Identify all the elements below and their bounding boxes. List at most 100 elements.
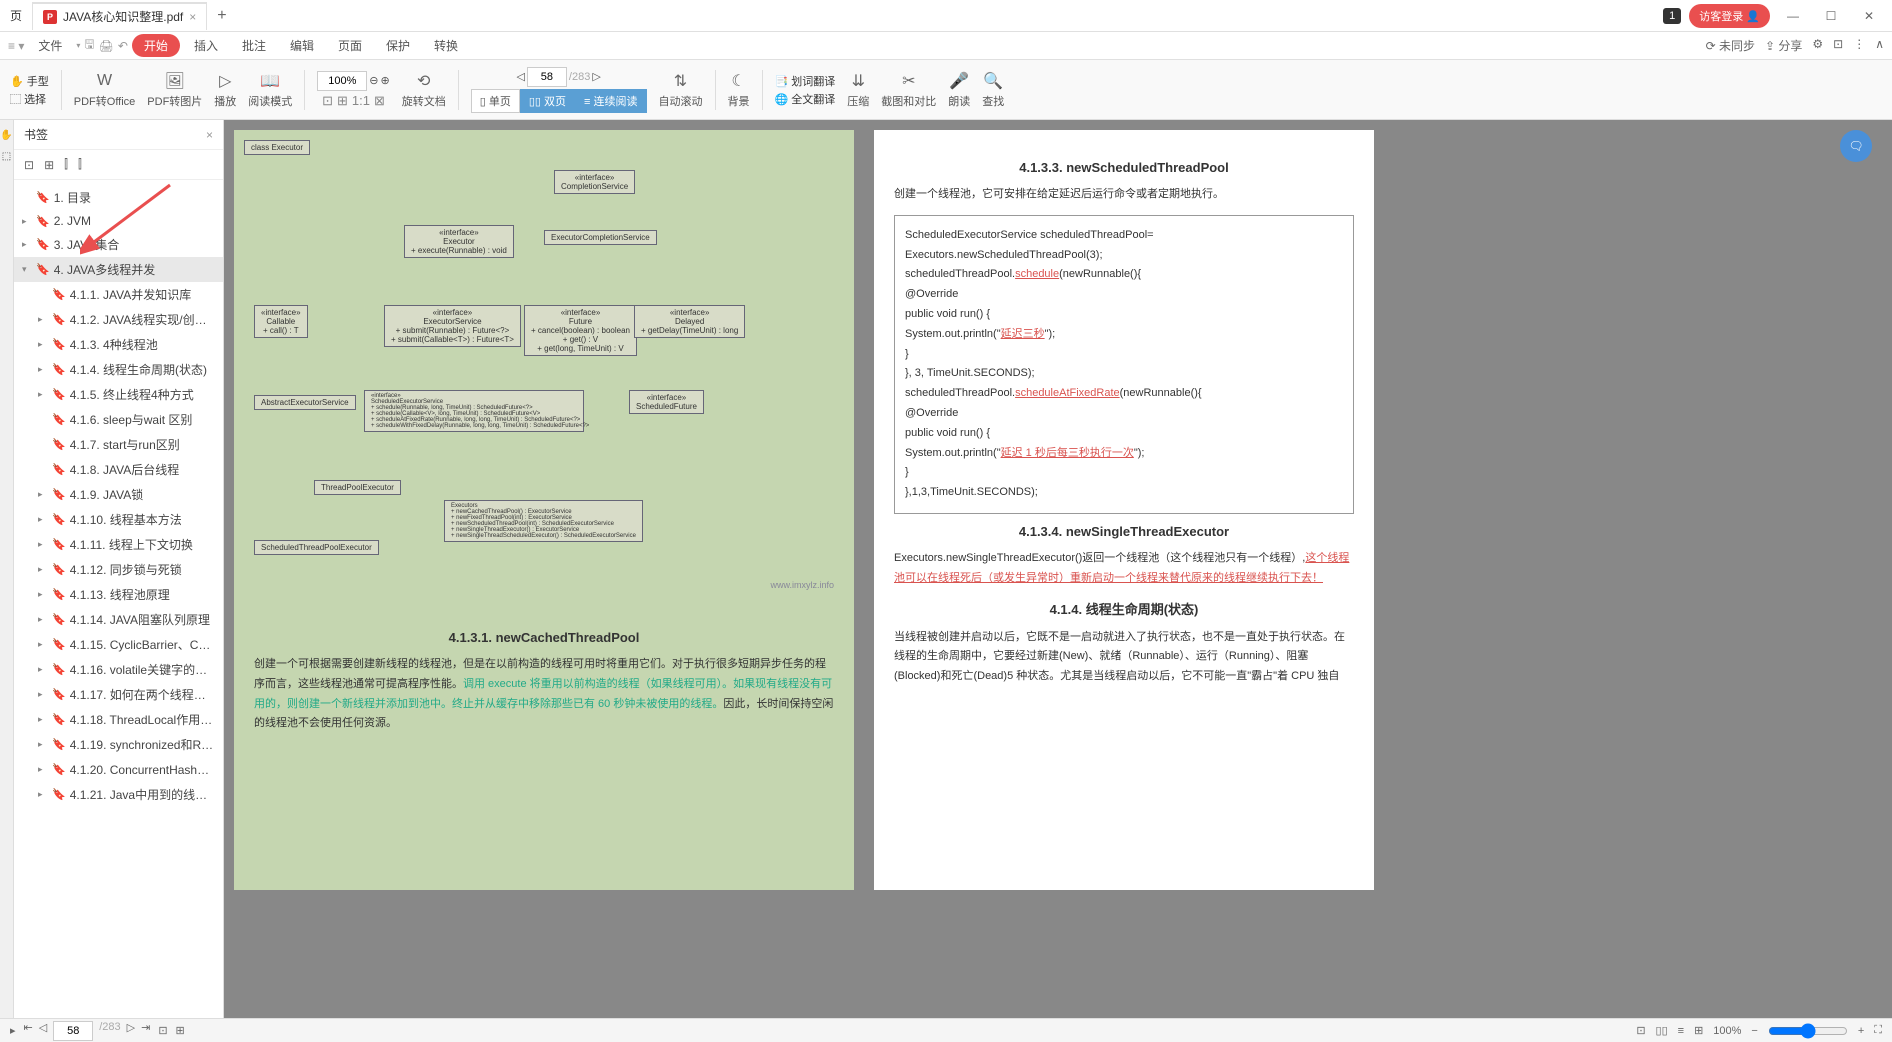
zoom-slider[interactable] (1768, 1023, 1848, 1039)
bookmark-item[interactable]: 🔖4.1.8. JAVA后台线程 (14, 457, 223, 482)
close-window-icon[interactable]: ✕ (1854, 9, 1884, 23)
rotate-button[interactable]: ⟲旋转文档 (402, 71, 446, 109)
zoom-in-icon[interactable]: ⊕ (381, 74, 390, 87)
add-tab-button[interactable]: + (207, 7, 236, 25)
actual-size-icon[interactable]: 1:1 (352, 93, 370, 109)
read-aloud[interactable]: 🎤朗读 (948, 71, 970, 109)
bookmark-item[interactable]: ▸🔖4.1.2. JAVA线程实现/创建方式 (14, 307, 223, 332)
toolbar-print-icon[interactable]: 🖨 (99, 39, 114, 53)
zoom-out-status-icon[interactable]: − (1751, 1025, 1757, 1037)
bookmark-item[interactable]: ▸🔖4.1.17. 如何在两个线程之间共享数据 (14, 682, 223, 707)
bookmark-tool-4[interactable]: ⫿ (78, 157, 82, 172)
maximize-icon[interactable]: ☐ (1816, 9, 1846, 23)
toolbar-save-icon[interactable]: 🖫 (84, 35, 94, 56)
menu-page[interactable]: 页面 (328, 33, 372, 58)
crop-compare[interactable]: ✂截图和对比 (881, 71, 936, 109)
continuous-button[interactable]: ≡ 连续阅读 (575, 89, 646, 113)
login-button[interactable]: 访客登录 👤 (1689, 4, 1770, 28)
bookmark-item[interactable]: ▸🔖4.1.19. synchronized和ReentrantLock的区别 (14, 732, 223, 757)
bookmark-item[interactable]: ▸🔖4.1.12. 同步锁与死锁 (14, 557, 223, 582)
play-button[interactable]: ▷播放 (214, 71, 236, 109)
menu-annotate[interactable]: 批注 (232, 33, 276, 58)
zoom-out-icon[interactable]: ⊖ (369, 74, 378, 87)
bookmark-item[interactable]: ▸🔖4.1.20. ConcurrentHashMap并发 (14, 757, 223, 782)
bookmark-item[interactable]: ▸🔖4.1.15. CyclicBarrier、CountDownLatch、S… (14, 632, 223, 657)
status-page-input[interactable] (53, 1021, 93, 1041)
bookmark-tool-2[interactable]: ⊞ (44, 158, 54, 172)
sync-status[interactable]: ⟳ 未同步 (1706, 37, 1755, 54)
bookmark-item[interactable]: ▸🔖4.1.4. 线程生命周期(状态) (14, 357, 223, 382)
sidebar-close-icon[interactable]: × (206, 128, 213, 142)
page-input[interactable] (527, 67, 567, 87)
auto-scroll[interactable]: ⇅自动滚动 (659, 71, 703, 109)
notification-badge[interactable]: 1 (1663, 8, 1681, 24)
prev-page-status-icon[interactable]: ◁ (39, 1021, 47, 1041)
float-assistant-button[interactable]: 🗨 (1840, 130, 1872, 162)
bookmark-item[interactable]: ▸🔖4.1.13. 线程池原理 (14, 582, 223, 607)
fit-visible-icon[interactable]: ⊠ (374, 93, 385, 109)
view-mode-2-icon[interactable]: ▯▯ (1656, 1024, 1668, 1037)
full-translate[interactable]: 🌐 全文翻译 (775, 91, 836, 107)
single-page-button[interactable]: ▯ 单页 (471, 89, 520, 113)
bookmark-item[interactable]: ▸🔖4.1.9. JAVA锁 (14, 482, 223, 507)
highlight-translate[interactable]: 📑 划词翻译 (775, 73, 836, 89)
bookmark-item[interactable]: ▸🔖4.1.10. 线程基本方法 (14, 507, 223, 532)
bookmark-item[interactable]: 🔖1. 目录 (14, 185, 223, 210)
bookmark-item[interactable]: ▸🔖2. JVM (14, 210, 223, 232)
bookmark-item[interactable]: ▾🔖4. JAVA多线程并发 (14, 257, 223, 282)
settings-icon[interactable]: ⚙ (1812, 37, 1823, 54)
prev-page-icon[interactable]: ◁ (516, 70, 524, 83)
select-tool[interactable]: ⬚ 选择 (10, 91, 49, 107)
bookmark-item[interactable]: 🔖4.1.1. JAVA并发知识库 (14, 282, 223, 307)
fit-page-icon[interactable]: ⊞ (337, 93, 348, 109)
view-mode-3-icon[interactable]: ≡ (1678, 1025, 1684, 1037)
read-mode[interactable]: 📖阅读模式 (248, 71, 292, 109)
zoom-input[interactable] (317, 71, 367, 91)
next-page-status-icon[interactable]: ▷ (127, 1021, 135, 1041)
bookmark-item[interactable]: ▸🔖4.1.5. 终止线程4种方式 (14, 382, 223, 407)
background-button[interactable]: ☾背景 (728, 71, 750, 109)
window-icon[interactable]: ⊡ (1833, 37, 1843, 54)
menu-dropdown-icon[interactable]: ≡ ▾ (8, 39, 24, 53)
first-page-icon[interactable]: ⇤ (24, 1021, 33, 1041)
find-button[interactable]: 🔍查找 (982, 71, 1004, 109)
rail-hand[interactable]: ✋ (0, 130, 12, 141)
document-tab[interactable]: P JAVA核心知识整理.pdf × (33, 2, 207, 30)
bookmark-item[interactable]: ▸🔖4.1.18. ThreadLocal作用（线程本地存储） (14, 707, 223, 732)
fit-width-icon[interactable]: ⊡ (322, 93, 333, 109)
bookmark-item[interactable]: ▸🔖4.1.3. 4种线程池 (14, 332, 223, 357)
status-expand-icon[interactable]: ▸ (10, 1024, 16, 1037)
menu-file[interactable]: 文件 (28, 33, 72, 58)
pdf-to-image[interactable]: 🖼PDF转图片 (147, 71, 202, 109)
rail-select[interactable]: ⬚ (2, 151, 11, 162)
menu-start[interactable]: 开始 (132, 34, 180, 57)
menu-insert[interactable]: 插入 (184, 33, 228, 58)
share-button[interactable]: ⇪ 分享 (1765, 37, 1802, 54)
hand-tool[interactable]: ✋ 手型 (10, 73, 49, 89)
status-tool-2[interactable]: ⊞ (176, 1024, 185, 1037)
bookmark-item[interactable]: 🔖4.1.6. sleep与wait 区别 (14, 407, 223, 432)
collapse-icon[interactable]: ∧ (1875, 37, 1884, 54)
view-mode-1-icon[interactable]: ⊡ (1636, 1024, 1645, 1037)
document-viewport[interactable]: class Executor «interface» CompletionSer… (224, 120, 1892, 1018)
menu-edit[interactable]: 编辑 (280, 33, 324, 58)
last-page-icon[interactable]: ⇥ (141, 1021, 150, 1041)
bookmark-item[interactable]: ▸🔖4.1.16. volatile关键字的作用（变量可见性、禁止重排序） (14, 657, 223, 682)
bookmark-item[interactable]: ▸🔖3. JAVA集合 (14, 232, 223, 257)
pdf-to-office[interactable]: WPDF转Office (74, 71, 136, 109)
bookmark-tool-1[interactable]: ⊡ (24, 158, 34, 172)
menu-file-dropdown-icon[interactable]: ▾ (76, 41, 80, 50)
minimize-icon[interactable]: — (1778, 9, 1808, 23)
menu-protect[interactable]: 保护 (376, 33, 420, 58)
double-page-button[interactable]: ▯▯ 双页 (520, 89, 575, 113)
bookmark-item[interactable]: ▸🔖4.1.21. Java中用到的线程调度 (14, 782, 223, 807)
next-page-icon[interactable]: ▷ (592, 70, 600, 83)
compress-button[interactable]: ⇊压缩 (847, 71, 869, 109)
bookmark-item[interactable]: ▸🔖4.1.11. 线程上下文切换 (14, 532, 223, 557)
prev-tab[interactable]: 页 (0, 2, 33, 30)
fullscreen-icon[interactable]: ⛶ (1874, 1024, 1882, 1037)
zoom-in-status-icon[interactable]: + (1858, 1025, 1864, 1037)
bookmark-item[interactable]: ▸🔖4.1.14. JAVA阻塞队列原理 (14, 607, 223, 632)
bookmark-item[interactable]: 🔖4.1.7. start与run区别 (14, 432, 223, 457)
toolbar-undo-icon[interactable]: ↶ (118, 39, 128, 53)
